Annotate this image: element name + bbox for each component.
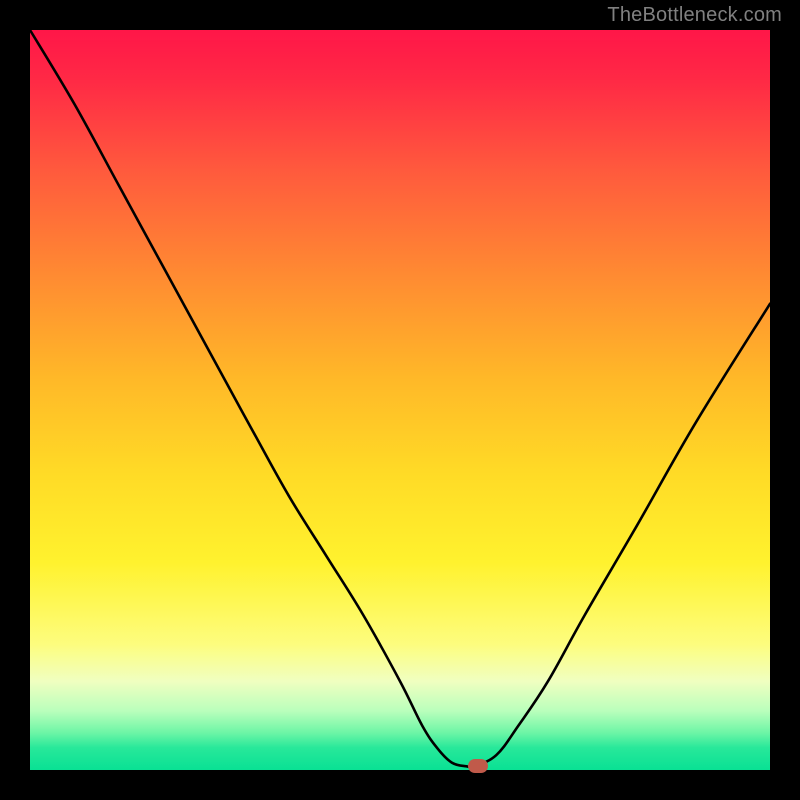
optimal-point-marker [468, 759, 488, 773]
plot-area [30, 30, 770, 770]
outer-frame: TheBottleneck.com [0, 0, 800, 800]
bottleneck-curve [30, 30, 770, 770]
watermark-text: TheBottleneck.com [607, 4, 782, 27]
